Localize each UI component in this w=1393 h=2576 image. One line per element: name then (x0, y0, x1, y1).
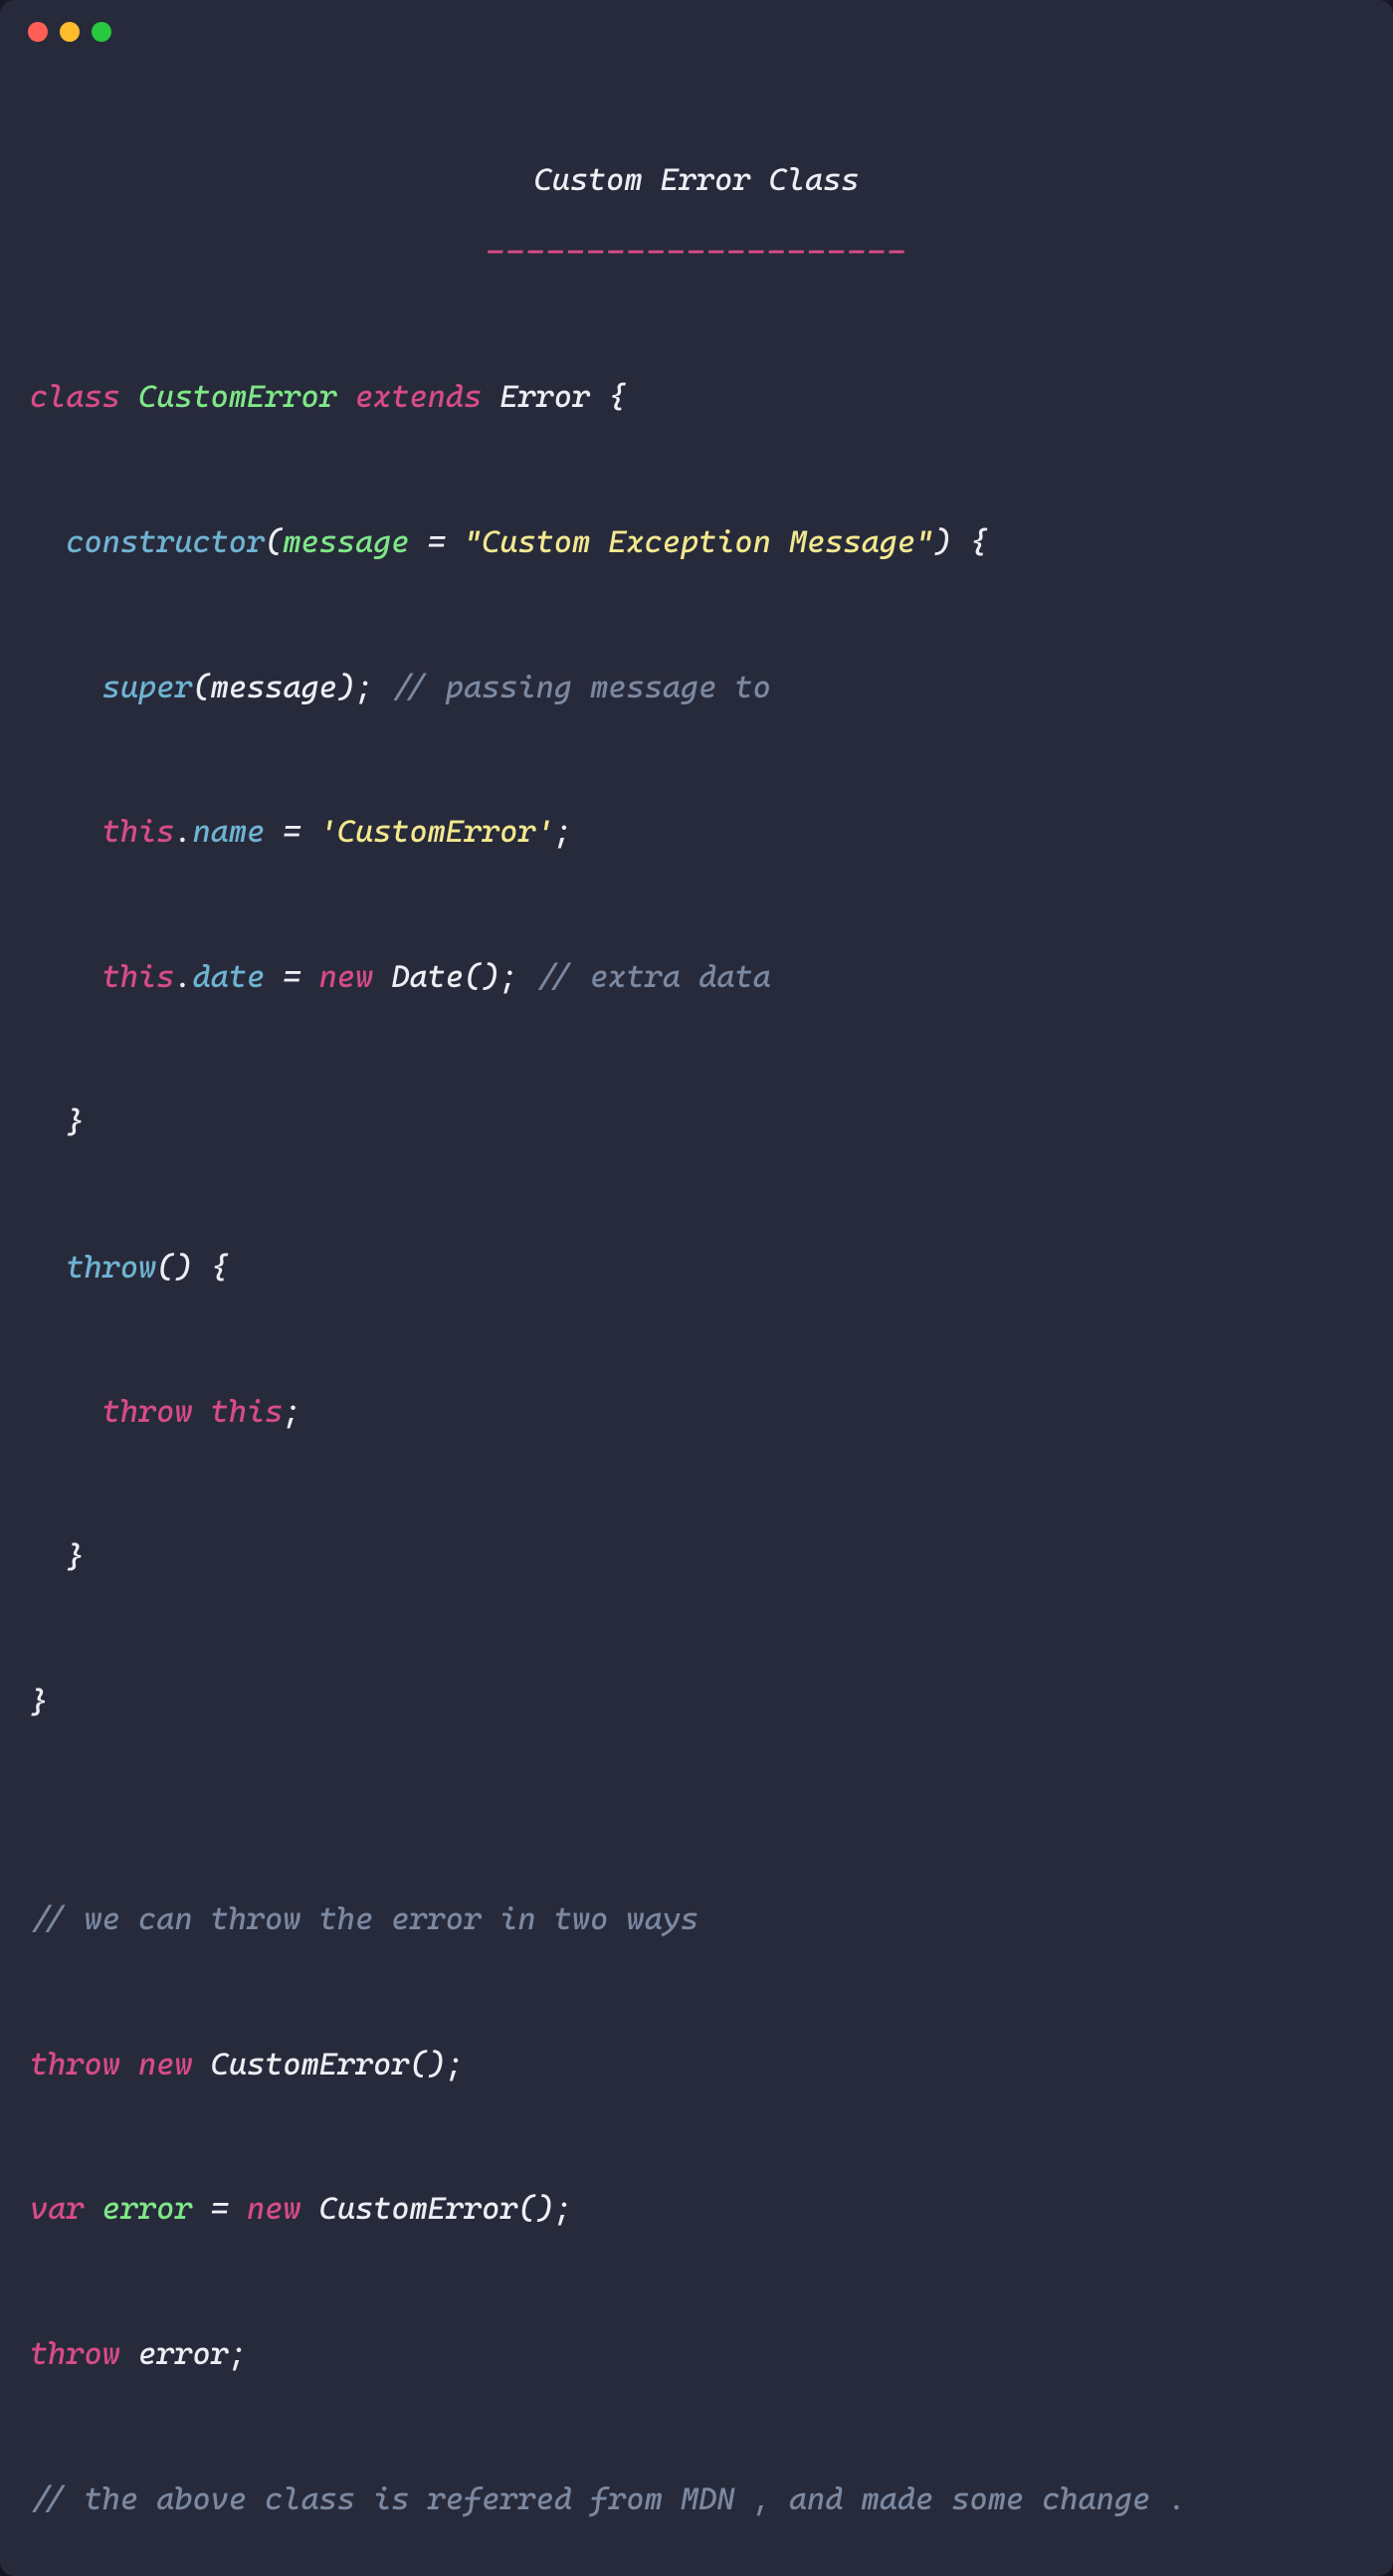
arg: message (211, 670, 337, 705)
semi: ; (229, 2336, 247, 2372)
maximize-icon[interactable] (92, 22, 111, 42)
brace: { (590, 379, 626, 415)
class-ref: CustomError (319, 2191, 518, 2227)
code-line: } (30, 1521, 1363, 1594)
code-line: this.date = new Date(); // extra data (30, 941, 1363, 1014)
paren-semi: ); (337, 670, 373, 705)
super-call: super (102, 670, 193, 705)
kw-throw: throw (30, 2047, 120, 2082)
prop-date: date (192, 959, 265, 995)
code-line: this.name = 'CustomError'; (30, 796, 1363, 869)
code-line: } (30, 1087, 1363, 1159)
paren: ( (192, 670, 210, 705)
var-error: error (102, 2191, 193, 2227)
kw-throw: throw (30, 2336, 120, 2372)
equals: = (265, 814, 319, 850)
kw-extends: extends (355, 379, 482, 415)
snippet-title: Custom Error Class (30, 144, 1363, 217)
method-throw: throw (66, 1250, 156, 1286)
close-icon[interactable] (28, 22, 48, 42)
paren-brace: () { (156, 1250, 229, 1286)
call: (); (464, 959, 518, 995)
kw-var: var (30, 2191, 85, 2227)
default-string: "Custom Exception Message" (464, 524, 933, 560)
code-line: // we can throw the error in two ways (30, 1883, 1363, 1956)
code-line: throw new CustomError(); (30, 2029, 1363, 2101)
ident: error (138, 2336, 229, 2372)
date-class: Date (391, 959, 464, 995)
code-window: Custom Error Class--------------------- … (0, 0, 1393, 2576)
paren: ( (265, 524, 283, 560)
semi: ; (554, 814, 572, 850)
code-block: Custom Error Class--------------------- … (0, 52, 1393, 2576)
kw-new: new (138, 2047, 193, 2082)
snippet-divider: --------------------- (30, 217, 1363, 290)
string: 'CustomError' (319, 814, 554, 850)
equals: = (265, 959, 319, 995)
kw-throw: throw (102, 1394, 193, 1430)
paren-brace: ) { (933, 524, 988, 560)
brace-close: } (30, 1684, 48, 1720)
semi: ; (283, 1394, 300, 1430)
brace-close: } (66, 1539, 84, 1575)
param-message: message (283, 524, 409, 560)
equals: = (409, 524, 464, 560)
class-ref: CustomError (211, 2047, 410, 2082)
kw-new: new (247, 2191, 301, 2227)
window-titlebar (0, 0, 1393, 52)
code-line: } (30, 1667, 1363, 1739)
call: (); (409, 2047, 464, 2082)
comment: // passing message to (373, 670, 771, 705)
kw-new: new (319, 959, 374, 995)
dot: . (174, 959, 192, 995)
comment: // the above class is referred from MDN … (30, 2481, 1187, 2517)
code-line: class CustomError extends Error { (30, 361, 1363, 434)
code-line: throw error; (30, 2318, 1363, 2391)
brace-close: } (66, 1104, 84, 1140)
comment: // extra data (517, 959, 770, 995)
minimize-icon[interactable] (60, 22, 80, 42)
call: (); (517, 2191, 572, 2227)
kw-this: this (211, 1394, 284, 1430)
dot: . (174, 814, 192, 850)
prop-name: name (192, 814, 265, 850)
code-line: var error = new CustomError(); (30, 2173, 1363, 2246)
constructor-kw: constructor (66, 524, 265, 560)
kw-class: class (30, 379, 120, 415)
class-name: CustomError (138, 379, 337, 415)
kw-this: this (102, 814, 175, 850)
code-line: constructor(message = "Custom Exception … (30, 506, 1363, 579)
code-line: super(message); // passing message to (30, 652, 1363, 724)
code-line: // the above class is referred from MDN … (30, 2464, 1363, 2536)
code-line: throw() { (30, 1232, 1363, 1304)
comment: // we can throw the error in two ways (30, 1901, 698, 1937)
equals: = (193, 2191, 248, 2227)
code-line: throw this; (30, 1376, 1363, 1449)
base-class: Error (499, 379, 590, 415)
kw-this: this (102, 959, 175, 995)
